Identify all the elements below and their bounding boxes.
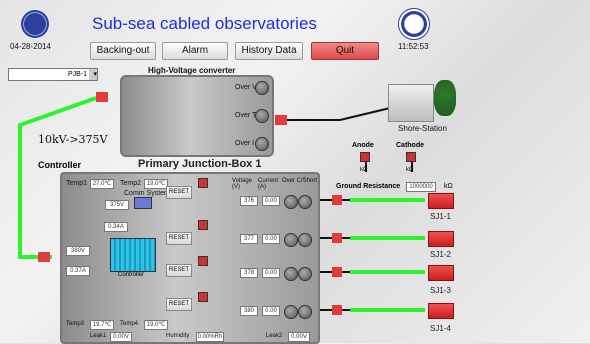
- voltage-column-header: Voltage (V): [232, 178, 253, 190]
- channel-1-indicator-b: [298, 195, 312, 209]
- cathode-indicator: [406, 152, 416, 162]
- sj-node-2[interactable]: [428, 231, 454, 247]
- sj-node-4[interactable]: [428, 303, 454, 319]
- current-column-header: Current (A): [258, 178, 279, 190]
- temp3-label: Temp3: [66, 321, 85, 327]
- temp3-value: 19.7℃: [90, 320, 114, 330]
- hv-converter-title: High-Voltage converter: [148, 66, 236, 75]
- switch-icon-1: [198, 178, 208, 188]
- controller-title: Controller: [38, 160, 82, 170]
- reset-button-4[interactable]: RESET: [166, 298, 192, 311]
- ground-resistance-label: Ground Resistance: [336, 183, 401, 190]
- temp1-value: 27.0℃: [90, 179, 114, 189]
- channel-1-indicator-a: [284, 195, 298, 209]
- comm-voltage-value: 375V: [105, 200, 129, 210]
- ground-resistance-unit: kΩ: [444, 183, 453, 190]
- sj-node-1[interactable]: [428, 193, 454, 209]
- channel-2-current: 0.00: [262, 234, 280, 244]
- temp2-value: 19.0℃: [144, 179, 168, 189]
- switch-icon-3: [198, 256, 208, 266]
- sj-node-3[interactable]: [428, 265, 454, 281]
- voltage-ratio-label: 10kV->375V: [38, 133, 108, 146]
- shore-station-icon: [388, 84, 434, 122]
- temp4-value: 19.0℃: [144, 320, 168, 330]
- channel-3-voltage: 378: [240, 268, 258, 278]
- over-v-label: Over V: [235, 84, 257, 91]
- left-voltage-value: 380V: [66, 246, 90, 256]
- reset-button-2[interactable]: RESET: [166, 232, 192, 245]
- channel-3-indicator-a: [284, 267, 298, 281]
- reset-button-3[interactable]: RESET: [166, 264, 192, 277]
- channel-1-voltage: 376: [240, 196, 258, 206]
- channel-2-indicator-a: [284, 233, 298, 247]
- channel-3-indicator-b: [298, 267, 312, 281]
- over-i-label: Over I: [235, 140, 255, 147]
- controller-module-label: Controller: [118, 272, 145, 278]
- reset-button-1[interactable]: RESET: [166, 186, 192, 199]
- leak1-value: 0.00V: [110, 332, 132, 342]
- channel-4-voltage: 380: [240, 306, 258, 316]
- sj-label-1: SJ1-1: [430, 212, 451, 221]
- over-t-label: Over T: [235, 112, 257, 119]
- temp1-label: Temp1: [66, 180, 88, 187]
- channel-4-indicator-b: [298, 305, 312, 319]
- comm-system-label: Comm Syster: [124, 190, 167, 197]
- leak1-label: Leak1: [90, 333, 107, 339]
- anode-unit: kΩ: [360, 167, 368, 173]
- anode-indicator: [360, 152, 370, 162]
- ground-resistance-value: 1000000: [406, 182, 436, 192]
- left-current-value: 0.37A: [66, 266, 90, 276]
- channel-2-indicator-b: [298, 233, 312, 247]
- channel-2-voltage: 377: [240, 234, 258, 244]
- shore-station-label: Shore-Station: [398, 124, 447, 133]
- sj-label-3: SJ1-3: [430, 286, 451, 295]
- over-v-indicator: [255, 81, 269, 95]
- over-i-indicator: [255, 137, 269, 151]
- switch-icon-2: [198, 220, 208, 230]
- switch-icon-4: [198, 292, 208, 302]
- bus-current-value: 0.34A: [104, 222, 128, 232]
- over-current-column-header: Over C/Short: [282, 178, 318, 184]
- channel-4-current: 0.00: [262, 306, 280, 316]
- humidity-label: Humidity: [166, 333, 190, 339]
- cathode-unit: kΩ: [406, 167, 414, 173]
- anode-label: Anode: [352, 142, 374, 149]
- cathode-label: Cathode: [396, 142, 424, 149]
- tree-icon: [434, 80, 456, 116]
- pjb-title: Primary Junction-Box 1: [138, 158, 262, 170]
- comm-module-icon: [134, 197, 152, 209]
- humidity-value: 0.00%Rh: [196, 332, 224, 342]
- sj-label-4: SJ1-4: [430, 324, 451, 333]
- sj-label-2: SJ1-2: [430, 250, 451, 259]
- over-t-indicator: [255, 109, 269, 123]
- controller-module-icon: [110, 238, 156, 272]
- channel-1-current: 0.00: [262, 196, 280, 206]
- channel-4-indicator-a: [284, 305, 298, 319]
- temp4-label: Temp4: [120, 321, 139, 327]
- leak2-label: Leak2: [266, 333, 283, 339]
- temp2-label: Temp2: [120, 180, 142, 187]
- leak2-value: 0.00V: [288, 332, 310, 342]
- channel-3-current: 0.00: [262, 268, 280, 278]
